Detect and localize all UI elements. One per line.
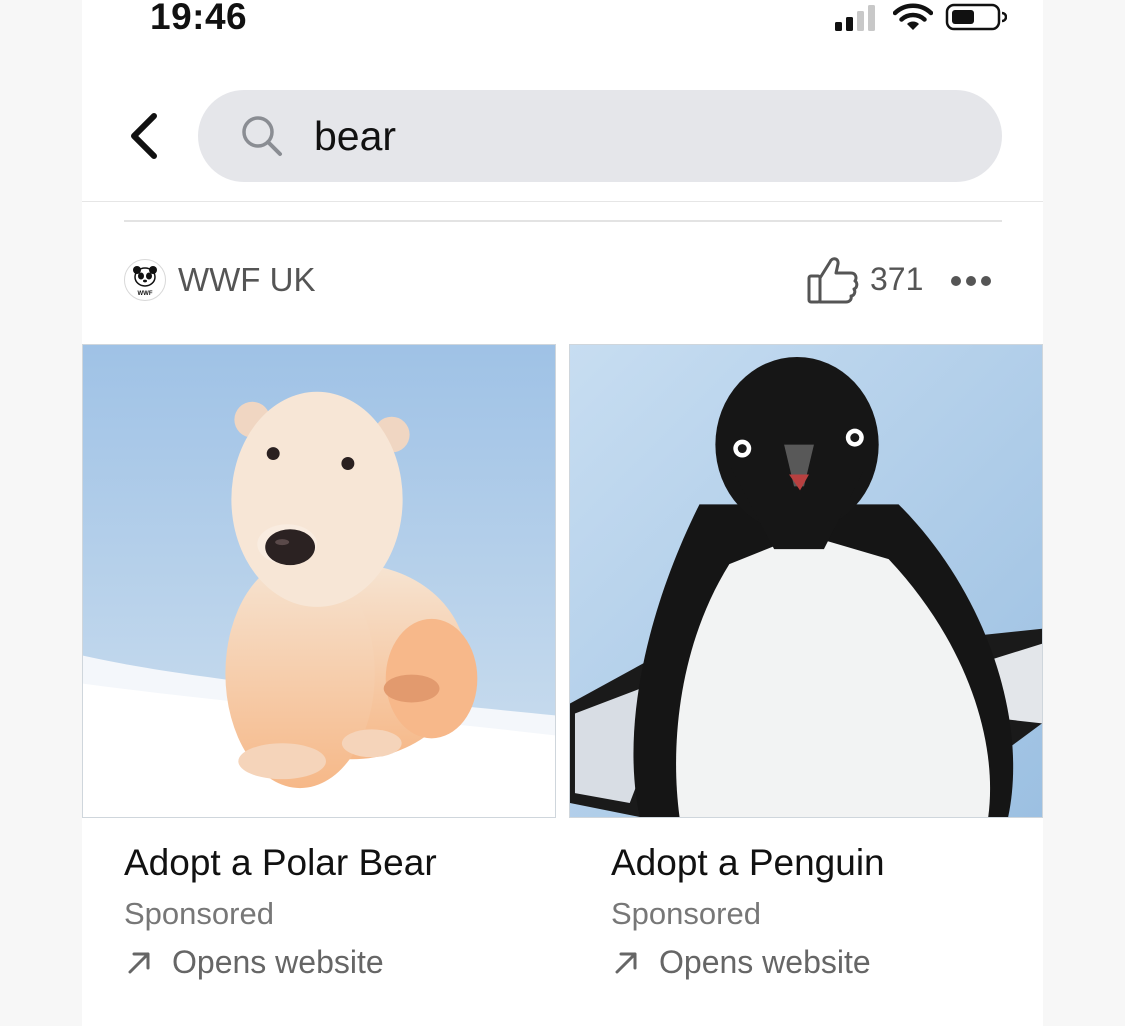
- like-count: 371: [870, 260, 924, 297]
- advertiser-row[interactable]: WWF WWF UK: [124, 258, 315, 302]
- polar-bear-image[interactable]: [82, 344, 556, 818]
- thumbs-up-icon: [807, 257, 859, 304]
- card-title[interactable]: Adopt a Polar Bear: [124, 842, 437, 884]
- ad-card-penguin[interactable]: Adopt a Penguin Sponsored Opens website: [569, 344, 1043, 980]
- arrow-up-right-icon: [615, 952, 637, 973]
- search-icon: [242, 116, 282, 156]
- sponsored-label: Sponsored: [124, 896, 274, 931]
- advertiser-name[interactable]: WWF UK: [178, 261, 315, 299]
- penguin-image[interactable]: [569, 344, 1043, 818]
- status-time: 19:46: [150, 0, 248, 37]
- panda-logo-icon: WWF: [133, 266, 157, 297]
- arrow-up-right-icon: [128, 952, 150, 973]
- battery-icon: [945, 3, 1007, 31]
- more-options-button[interactable]: [948, 266, 994, 296]
- opens-website-link[interactable]: Opens website: [124, 944, 384, 981]
- ad-card-polar-bear[interactable]: Adopt a Polar Bear Sponsored Opens websi…: [82, 344, 556, 980]
- cellular-signal-icon: [835, 5, 875, 31]
- phone-screen: 19:46 bear WWF WWF UK 371 Adopt a Polar …: [82, 0, 1043, 1026]
- back-button[interactable]: [122, 110, 166, 162]
- like-button[interactable]: 371: [806, 250, 923, 308]
- chevron-left-icon: [131, 113, 157, 159]
- more-horizontal-icon: [951, 276, 991, 286]
- header-divider: [82, 201, 1043, 202]
- status-icons: [835, 2, 1007, 32]
- logo-text: WWF: [138, 291, 153, 297]
- opens-website-link[interactable]: Opens website: [611, 944, 871, 981]
- wwf-logo: WWF: [124, 259, 166, 301]
- search-bar[interactable]: [198, 90, 1002, 182]
- opens-website-label: Opens website: [659, 944, 871, 980]
- sponsored-label: Sponsored: [611, 896, 761, 931]
- wifi-icon: [893, 3, 933, 30]
- search-input[interactable]: [314, 108, 964, 164]
- opens-website-label: Opens website: [172, 944, 384, 980]
- section-divider: [124, 220, 1002, 222]
- card-title[interactable]: Adopt a Penguin: [611, 842, 885, 884]
